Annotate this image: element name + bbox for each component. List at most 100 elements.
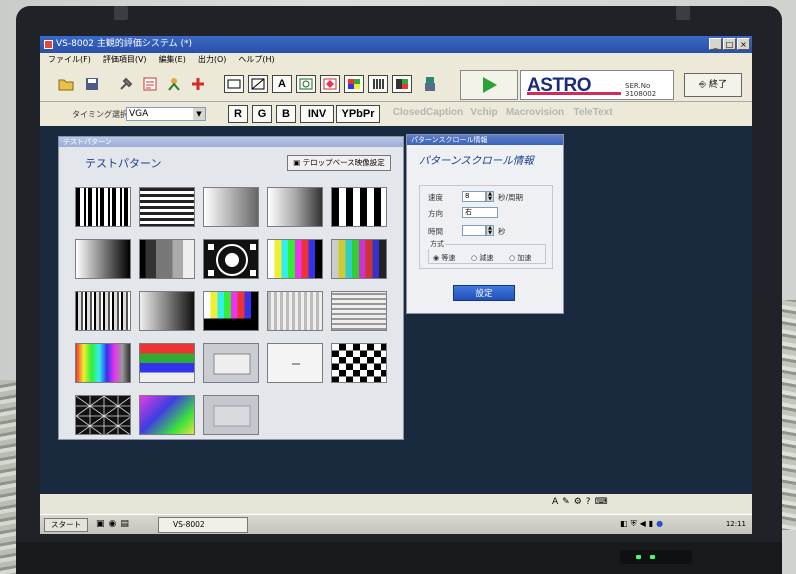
pattern-scroll-header: パターンスクロール情報 — [407, 135, 563, 145]
pattern-ramp-white[interactable] — [75, 239, 131, 279]
inv-button[interactable]: INV — [300, 105, 334, 123]
letter-pattern-icon[interactable]: A — [272, 75, 292, 93]
keyboard-icon[interactable]: ⌨ — [595, 497, 608, 507]
pattern-crosshatch[interactable] — [75, 395, 131, 435]
ime-toolbar: A ✎ ⚙ ? ⌨ — [552, 497, 608, 507]
app-icon — [44, 40, 53, 49]
circle-pattern-icon[interactable] — [296, 75, 316, 93]
pattern-character-gray[interactable] — [267, 187, 323, 227]
menu-evaluation[interactable]: 評価項目(V) — [103, 53, 147, 67]
pattern-ramp-gray[interactable] — [139, 291, 195, 331]
speed-spinner[interactable]: ▲ ▼ — [486, 191, 494, 202]
menu-output[interactable]: 出力(O) — [198, 53, 227, 67]
pattern-color-ramps[interactable] — [139, 343, 195, 383]
menu-help[interactable]: ヘルプ(H) — [238, 53, 274, 67]
add-icon[interactable] — [188, 75, 208, 93]
pattern-white-field[interactable] — [267, 343, 323, 383]
pattern-color-bars-75[interactable] — [331, 239, 387, 279]
pattern-multiburst[interactable] — [75, 187, 131, 227]
time-spinner[interactable]: ▲ ▼ — [486, 225, 494, 236]
method-decelerate-radio[interactable]: 減速 — [471, 253, 493, 263]
gradient-pattern-icon[interactable] — [248, 75, 268, 93]
scroll-settings-group: 速度 8 ▲▼ 秒/周期 方向 右 時間 ▲▼ 秒 等速 減速 加速 方式 — [419, 185, 553, 269]
g-button[interactable]: G — [252, 105, 272, 123]
grid-pattern-icon[interactable] — [368, 75, 388, 93]
battery-icon[interactable]: ▮ — [649, 519, 653, 529]
person-icon[interactable] — [164, 75, 184, 93]
pattern-color-bars[interactable] — [267, 239, 323, 279]
figure-icon[interactable] — [420, 75, 440, 93]
pattern-fine-lines[interactable] — [75, 291, 131, 331]
pattern-gray-window[interactable] — [203, 343, 259, 383]
save-icon[interactable] — [82, 75, 102, 93]
macrovision-button[interactable]: Macrovision — [502, 105, 568, 123]
tool-icon[interactable] — [116, 75, 136, 93]
menu-bar: ファイル(F) 評価項目(V) 編集(E) 出力(O) ヘルプ(H) — [40, 53, 752, 67]
timing-bar: タイミング選択 VGA ▼ R G B INV YPbPr ClosedCapt… — [40, 102, 752, 126]
chevron-down-icon[interactable]: ▼ — [193, 108, 205, 120]
method-accelerate-radio[interactable]: 加速 — [509, 253, 531, 263]
close-button[interactable]: × — [737, 38, 750, 50]
exit-label: 終了 — [709, 80, 728, 90]
pattern-resolution-chart[interactable] — [267, 291, 323, 331]
menu-file[interactable]: ファイル(F) — [48, 53, 91, 67]
brand-panel: ASTRO SER.No 3108002 — [520, 70, 674, 100]
pattern-gray-steps[interactable] — [139, 239, 195, 279]
desktop-icon[interactable]: ▣ — [96, 519, 105, 529]
test-pattern-panel: テストパターン テストパターン ▣ テロップベース映像設定 — [58, 136, 404, 440]
volume-icon[interactable]: ◀ — [640, 519, 646, 529]
white-field-graphic — [292, 363, 300, 365]
folder-icon[interactable] — [56, 75, 76, 93]
speed-label: 速度 — [428, 193, 443, 202]
vchip-button[interactable]: Vchip — [468, 105, 500, 123]
menu-edit[interactable]: 編集(E) — [159, 53, 186, 67]
quick-launch: ▣ ◉ ▤ — [96, 519, 129, 529]
pattern-horizontal-lines[interactable] — [139, 187, 195, 227]
minimize-button[interactable]: _ — [709, 38, 722, 50]
pattern-gray-box[interactable] — [203, 395, 259, 435]
ime-icon[interactable]: A — [552, 497, 558, 507]
start-button[interactable]: スタート — [44, 518, 88, 532]
pattern-color-gradient[interactable] — [139, 395, 195, 435]
colorbar-pattern-icon[interactable] — [344, 75, 364, 93]
method-constant-radio[interactable]: 等速 — [433, 253, 455, 263]
teletext-button[interactable]: TeleText — [568, 105, 618, 123]
maximize-button[interactable]: □ — [723, 38, 736, 50]
taskbar-app-button[interactable]: VS-8002 — [158, 517, 248, 533]
pen-icon[interactable]: ✎ — [562, 497, 570, 507]
pattern-vertical-bars[interactable] — [331, 187, 387, 227]
r-button[interactable]: R — [228, 105, 248, 123]
toolbar: A ASTRO SER.No 3108002 ⎆ 終了 — [40, 67, 752, 102]
closed-caption-button[interactable]: ClosedCaption — [390, 105, 466, 123]
mixed-pattern-icon[interactable] — [392, 75, 412, 93]
pattern-checkerboard[interactable] — [331, 343, 387, 383]
rect-pattern-icon[interactable] — [224, 75, 244, 93]
browser-icon[interactable]: ◉ — [109, 519, 117, 529]
play-button[interactable] — [460, 70, 518, 100]
b-button[interactable]: B — [276, 105, 296, 123]
pattern-color-stripes[interactable] — [75, 343, 131, 383]
help-icon[interactable]: ? — [586, 497, 591, 507]
speed-input[interactable]: 8 — [462, 191, 486, 202]
pattern-circle-chart[interactable] — [203, 239, 259, 279]
exit-button[interactable]: ⎆ 終了 — [684, 73, 742, 97]
pattern-character-grid[interactable] — [203, 187, 259, 227]
status-led — [650, 555, 655, 559]
pattern-resolution-chart-2[interactable] — [331, 291, 387, 331]
crosshatch-graphic — [76, 396, 130, 434]
tool-icon[interactable]: ⚙ — [574, 497, 582, 507]
timing-select[interactable]: VGA ▼ — [126, 107, 206, 121]
folder-icon[interactable]: ▤ — [120, 519, 129, 529]
telop-settings-button[interactable]: ▣ テロップベース映像設定 — [287, 155, 391, 171]
ypbpr-button[interactable]: YPbPr — [336, 105, 380, 123]
telop-icon: ▣ — [293, 158, 303, 167]
diamond-pattern-icon[interactable] — [320, 75, 340, 93]
list-icon[interactable] — [140, 75, 160, 93]
set-button[interactable]: 設定 — [453, 285, 515, 301]
pattern-smpte-bars[interactable] — [203, 291, 259, 331]
direction-input[interactable]: 右 — [462, 207, 498, 218]
security-icon[interactable]: ⛨ — [631, 519, 637, 529]
globe-icon[interactable]: ● — [656, 519, 663, 529]
time-input[interactable] — [462, 225, 486, 236]
network-icon[interactable]: ◧ — [620, 519, 628, 529]
